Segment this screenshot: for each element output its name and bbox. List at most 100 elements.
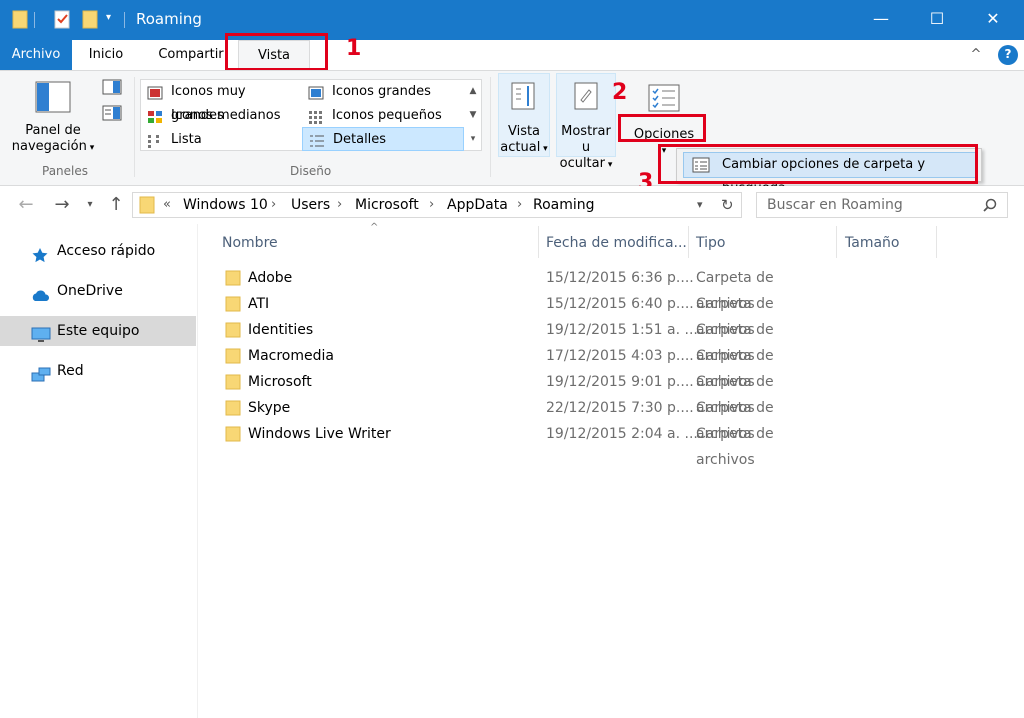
search-icon[interactable] (983, 193, 997, 220)
details-pane-button[interactable] (102, 105, 122, 123)
file-date: 19/12/2015 2:04 a. ... (546, 426, 698, 442)
ribbon-tabs: Archivo Inicio Compartir Vista ^ ? (0, 40, 1024, 70)
layout-small-icons[interactable]: Iconos pequeños (302, 104, 466, 128)
customize-toolbar-icon[interactable]: ▾ (106, 12, 111, 36)
file-row[interactable]: Adobe 15/12/2015 6:36 p.... Carpeta de a… (220, 265, 830, 312)
preview-pane-icon (102, 79, 122, 95)
sidebar-item-label: Red (57, 363, 84, 379)
tab-archivo[interactable]: Archivo (0, 40, 72, 70)
layout-list[interactable]: Lista (141, 128, 301, 152)
group-label-diseno: Diseño (290, 164, 332, 178)
show-hide-icon (574, 82, 598, 110)
cloud-icon (31, 284, 50, 301)
column-separator[interactable] (688, 226, 689, 258)
close-button[interactable]: ✕ (970, 0, 1016, 40)
current-view-icon (511, 82, 535, 110)
navigation-pane-button[interactable]: Panel de navegación ▾ (10, 81, 96, 156)
annotation-number-1: 1 (346, 36, 362, 61)
sidebar-item-label: Este equipo (57, 323, 140, 339)
tab-compartir[interactable]: Compartir (150, 40, 232, 70)
search-input[interactable]: Buscar en Roaming (756, 192, 1008, 218)
tab-inicio[interactable]: Inicio (80, 40, 132, 70)
maximize-button[interactable]: ☐ (914, 0, 960, 40)
file-date: 19/12/2015 9:01 p.... (546, 374, 694, 390)
file-name: ATI (248, 296, 270, 312)
network-icon (31, 364, 51, 382)
breadcrumb-chevron-icon[interactable]: › (271, 193, 276, 217)
minimize-button[interactable]: — (858, 0, 904, 40)
breadcrumb-item[interactable]: Roaming (533, 193, 595, 217)
layout-label: Iconos pequeños (332, 108, 442, 123)
annotation-box-1 (225, 33, 328, 71)
show-hide-button[interactable]: Mostrar u ocultar ▾ (556, 73, 616, 171)
preview-pane-button[interactable] (102, 79, 122, 97)
star-icon (31, 244, 49, 263)
gallery-scroll-down-icon[interactable]: ▼ (466, 103, 480, 127)
layout-medium-icons[interactable]: Iconos medianos (141, 104, 301, 128)
properties-icon[interactable] (54, 8, 70, 32)
folder-icon (225, 296, 241, 312)
column-separator[interactable] (538, 226, 539, 258)
recent-locations-chevron-icon[interactable]: ▾ (82, 194, 98, 218)
show-hide-label-1: Mostrar u (561, 124, 611, 155)
gallery-more-icon[interactable]: ▾ (466, 127, 480, 151)
column-separator[interactable] (836, 226, 837, 258)
sidebar-item-acceso-rapido[interactable]: Acceso rápido (0, 236, 196, 266)
layout-details[interactable]: Detalles (302, 127, 464, 151)
column-header-fecha[interactable]: Fecha de modifica... (546, 230, 686, 258)
annotation-box-2 (618, 114, 706, 142)
sidebar-item-este-equipo[interactable]: Este equipo (0, 316, 196, 346)
show-hide-label-2: ocultar (559, 156, 605, 171)
layout-label: Iconos grandes (332, 84, 431, 99)
file-date: 15/12/2015 6:36 p.... (546, 270, 694, 286)
back-arrow-icon[interactable]: ← (14, 194, 38, 218)
help-icon[interactable]: ? (998, 45, 1018, 65)
folder-icon (139, 196, 155, 222)
file-name: Windows Live Writer (248, 426, 391, 442)
current-view-label-1: Vista (507, 124, 541, 139)
file-row[interactable]: Identities 19/12/2015 1:51 a. ... Carpet… (220, 317, 830, 364)
address-bar[interactable]: « Windows 10 › Users › Microsoft › AppDa… (132, 192, 742, 218)
file-row[interactable]: Windows Live Writer 19/12/2015 2:04 a. .… (220, 421, 830, 468)
breadcrumb-chevron-icon[interactable]: › (337, 193, 342, 217)
group-separator (490, 77, 491, 177)
new-folder-icon[interactable] (82, 8, 98, 32)
file-row[interactable]: Skype 22/12/2015 7:30 p.... Carpeta de a… (220, 395, 830, 442)
breadcrumb-chevron-icon[interactable]: › (429, 193, 434, 217)
collapse-ribbon-icon[interactable]: ^ (966, 40, 986, 70)
breadcrumb-chevron-icon[interactable]: › (517, 193, 522, 217)
up-arrow-icon[interactable]: ↑ (104, 194, 128, 218)
breadcrumb-item[interactable]: Microsoft (355, 193, 419, 217)
layout-large-icons[interactable]: Iconos grandes (302, 80, 466, 104)
file-row[interactable]: Microsoft 19/12/2015 9:01 p.... Carpeta … (220, 369, 830, 416)
layout-extra-large-icons[interactable]: Iconos muy grandes (141, 80, 301, 123)
address-history-chevron-icon[interactable]: ▾ (697, 193, 703, 217)
file-row[interactable]: ATI 15/12/2015 6:40 p.... Carpeta de arc… (220, 291, 830, 338)
column-header-tipo[interactable]: Tipo (696, 230, 836, 258)
details-icon (309, 133, 325, 147)
options-icon (648, 84, 680, 112)
breadcrumb-item[interactable]: Users (291, 193, 330, 217)
file-name: Adobe (248, 270, 293, 286)
gallery-scroll-up-icon[interactable]: ▲ (466, 79, 480, 103)
sidebar-item-label: OneDrive (57, 283, 123, 299)
sidebar-item-red[interactable]: Red (0, 356, 196, 386)
forward-arrow-icon[interactable]: → (50, 194, 74, 218)
column-separator[interactable] (936, 226, 937, 258)
computer-icon (31, 324, 51, 342)
navigation-pane-icon (35, 81, 71, 113)
breadcrumb-item[interactable]: AppData (447, 193, 508, 217)
sidebar-item-label: Acceso rápido (57, 243, 156, 259)
refresh-icon[interactable]: ↻ (721, 193, 734, 217)
file-name: Skype (248, 400, 291, 416)
file-row[interactable]: Macromedia 17/12/2015 4:03 p.... Carpeta… (220, 343, 830, 390)
sidebar-item-onedrive[interactable]: OneDrive (0, 276, 196, 306)
current-view-button[interactable]: Vista actual ▾ (498, 73, 550, 157)
breadcrumb-item[interactable]: Windows 10 (183, 193, 268, 217)
folder-icon (225, 374, 241, 390)
title-bar: ▾ Roaming — ☐ ✕ (0, 0, 1024, 40)
folder-icon (225, 270, 241, 286)
breadcrumb-overflow-icon[interactable]: « (163, 193, 171, 217)
column-header-nombre[interactable]: Nombre (222, 230, 538, 258)
column-header-tamano[interactable]: Tamaño (845, 230, 935, 258)
